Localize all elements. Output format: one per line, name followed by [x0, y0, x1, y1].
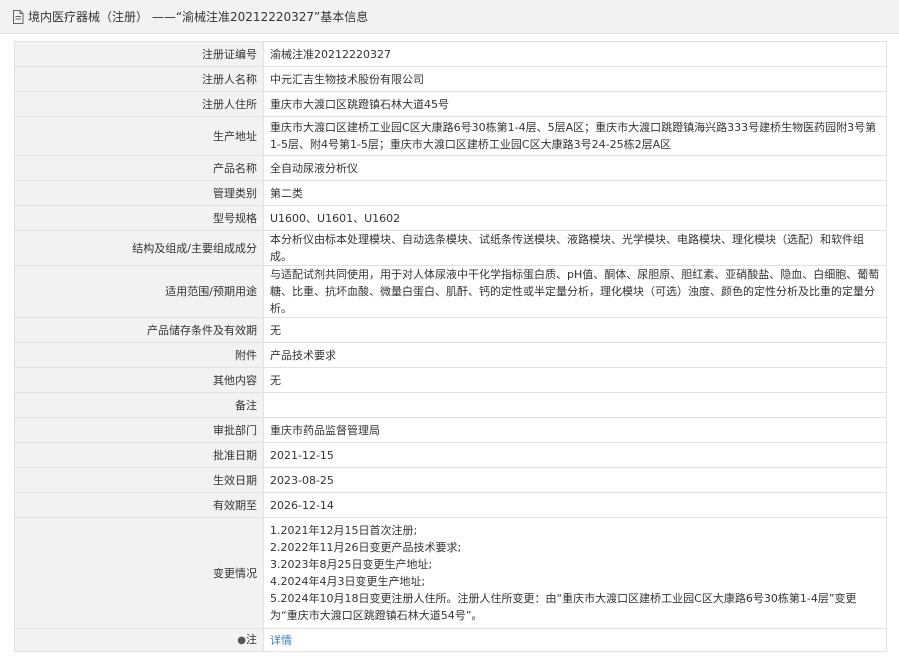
field-value: 第二类 — [263, 180, 887, 206]
table-row: 备注 — [14, 392, 887, 418]
field-value: U1600、U1601、U1602 — [263, 205, 887, 231]
table-row: 其他内容无 — [14, 367, 887, 393]
field-value: 本分析仪由标本处理模块、自动选条模块、试纸条传送模块、液路模块、光学模块、电路模… — [263, 230, 887, 266]
table-row: 产品储存条件及有效期无 — [14, 317, 887, 343]
change-entry: 4.2024年4月3日变更生产地址; — [270, 575, 426, 588]
note-label-cell: ●注 — [14, 628, 264, 652]
detail-table: 注册证编号 渝械注准20212220327 注册人名称 中元汇吉生物技术股份有限公司… — [14, 41, 887, 652]
table-row: 审批部门 重庆市药品监督管理局 — [14, 417, 887, 443]
table-row: 适用范围/预期用途 与适配试剂共同使用，用于对人体尿液中干化学指标蛋白质、pH值、… — [14, 265, 887, 318]
page-title: 境内医疗器械（注册） ——“渝械注准20212220327”基本信息 — [28, 10, 369, 24]
change-entry: 3.2023年8月25日变更生产地址; — [270, 558, 433, 571]
note-value: 详情 — [263, 628, 887, 652]
field-label: 注册人名称 — [14, 66, 264, 92]
field-value: 2021-12-15 — [263, 442, 887, 468]
field-label: 型号规格 — [14, 205, 264, 231]
table-row: 管理类别 第二类 — [14, 180, 887, 206]
field-label: 结构及组成/主要组成成分 — [14, 230, 264, 266]
field-value: 与适配试剂共同使用，用于对人体尿液中干化学指标蛋白质、pH值、酮体、尿胆原、胆红… — [263, 265, 887, 318]
field-value: 重庆市大渡口区跳蹬镇石林大道45号 — [263, 91, 887, 117]
field-value: 产品技术要求 — [263, 342, 887, 368]
field-label: 产品储存条件及有效期 — [14, 317, 264, 343]
table-row: 生效日期 2023-08-25 — [14, 467, 887, 493]
field-value: 渝械注准20212220327 — [263, 41, 887, 67]
page-header: 境内医疗器械（注册） ——“渝械注准20212220327”基本信息 — [0, 0, 899, 34]
location-pin-icon: ● — [237, 635, 246, 646]
table-row: 结构及组成/主要组成成分 本分析仪由标本处理模块、自动选条模块、试纸条传送模块、液… — [14, 230, 887, 266]
document-icon — [13, 9, 24, 24]
table-row: 注册人住所 重庆市大渡口区跳蹬镇石林大道45号 — [14, 91, 887, 117]
change-entry: 5.2024年10月18日变更注册人住所。注册人住所变更：由“重庆市大渡口区建桥… — [270, 592, 857, 622]
field-label: 生效日期 — [14, 467, 264, 493]
table-row: 生产地址 重庆市大渡口区建桥工业园C区大康路6号30栋第1-4层、5层A区；重庆市… — [14, 116, 887, 156]
table-row-note: ●注 详情 — [14, 628, 887, 652]
field-label: 适用范围/预期用途 — [14, 265, 264, 318]
field-value: 中元汇吉生物技术股份有限公司 — [263, 66, 887, 92]
table-row: 附件 产品技术要求 — [14, 342, 887, 368]
field-label: 其他内容 — [14, 367, 264, 393]
field-value: 无 — [263, 317, 887, 343]
field-label: 注册证编号 — [14, 41, 264, 67]
field-value: 重庆市药品监督管理局 — [263, 417, 887, 443]
field-label: 管理类别 — [14, 180, 264, 206]
field-value: 无 — [263, 367, 887, 393]
table-row: 注册证编号 渝械注准20212220327 — [14, 41, 887, 67]
change-entry: 2.2022年11月26日变更产品技术要求; — [270, 541, 462, 554]
field-label: 批准日期 — [14, 442, 264, 468]
table-row: 有效期至 2026-12-14 — [14, 492, 887, 518]
field-value — [263, 392, 887, 418]
field-label: 附件 — [14, 342, 264, 368]
field-label: 产品名称 — [14, 155, 264, 181]
field-label: 生产地址 — [14, 116, 264, 156]
table-row: 批准日期 2021-12-15 — [14, 442, 887, 468]
details-link[interactable]: 详情 — [270, 634, 292, 647]
field-label: 备注 — [14, 392, 264, 418]
field-label: 有效期至 — [14, 492, 264, 518]
field-label: 注册人住所 — [14, 91, 264, 117]
field-value: 全自动尿液分析仪 — [263, 155, 887, 181]
field-value: 重庆市大渡口区建桥工业园C区大康路6号30栋第1-4层、5层A区；重庆市大渡口跳… — [263, 116, 887, 156]
field-value: 2026-12-14 — [263, 492, 887, 518]
change-history: 1.2021年12月15日首次注册; 2.2022年11月26日变更产品技术要求… — [263, 517, 887, 629]
table-row-changes: 变更情况 1.2021年12月15日首次注册; 2.2022年11月26日变更产… — [14, 517, 887, 629]
table-row: 产品名称 全自动尿液分析仪 — [14, 155, 887, 181]
table-row: 注册人名称 中元汇吉生物技术股份有限公司 — [14, 66, 887, 92]
field-value: 2023-08-25 — [263, 467, 887, 493]
field-label: 变更情况 — [14, 517, 264, 629]
note-label: 注 — [246, 633, 257, 646]
table-row: 型号规格 U1600、U1601、U1602 — [14, 205, 887, 231]
field-label: 审批部门 — [14, 417, 264, 443]
change-entry: 1.2021年12月15日首次注册; — [270, 524, 418, 537]
